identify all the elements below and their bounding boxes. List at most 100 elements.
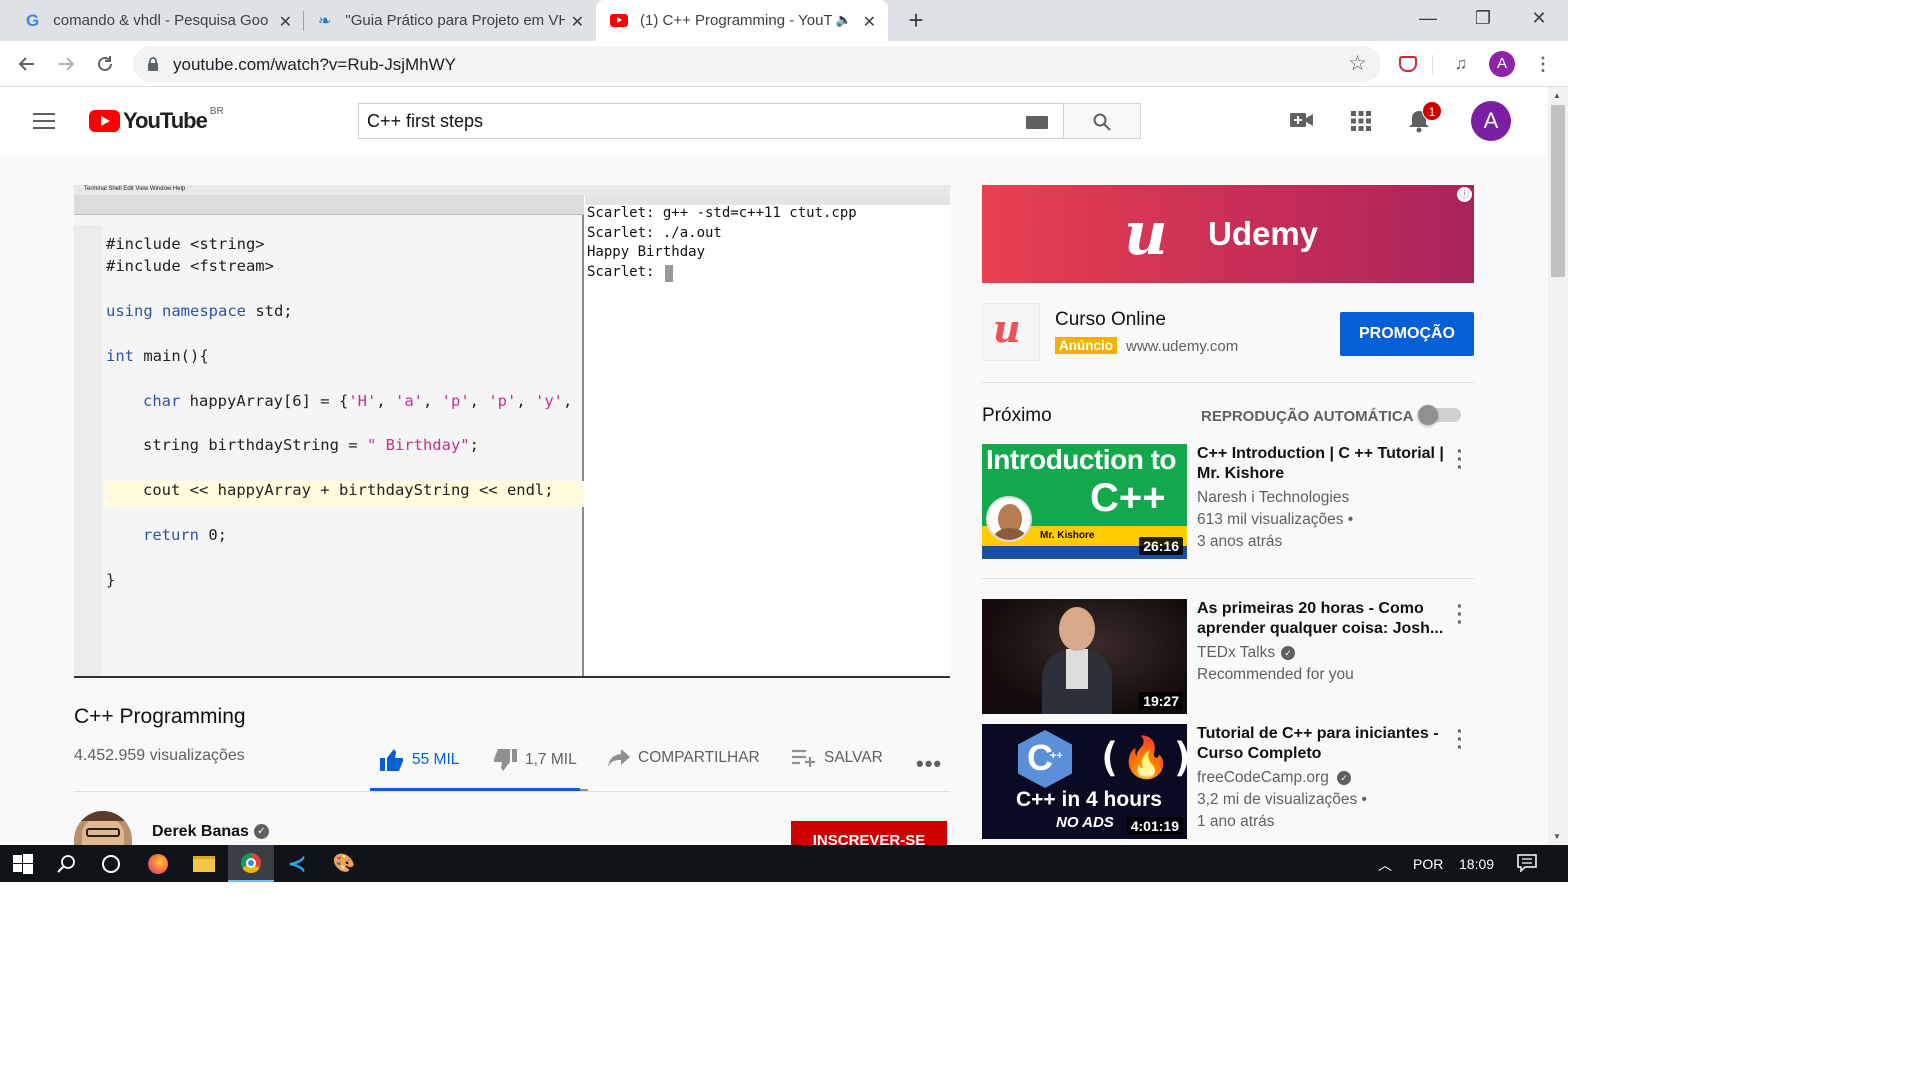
list-item[interactable]: Introduction to C++ Mr. Kishore 26:16 C+… [982,442,1474,559]
video-progress-track[interactable] [74,676,950,678]
address-bar[interactable]: youtube.com/watch?v=Rub-JsjMhWY ☆ [133,46,1381,82]
close-icon[interactable]: ✕ [279,12,292,32]
verified-icon: ✓ [1337,771,1351,785]
reload-button[interactable] [90,49,120,79]
close-window-button[interactable]: ✕ [1514,0,1564,36]
windows-logo-icon [13,853,33,874]
video-duration: 4:01:19 [1126,817,1183,835]
page-scrollbar[interactable]: ▲ ▼ [1548,87,1568,845]
browser-toolbar: youtube.com/watch?v=Rub-JsjMhWY ☆ ♫ A ⋮ [0,41,1568,87]
terminal-line: Scarlet: ./a.out [587,225,722,241]
tab-google-search[interactable]: G comando & vhdl - Pesquisa Goo ✕ [14,0,304,41]
divider [982,382,1474,383]
task-view-button[interactable] [88,845,134,882]
kebab-menu-icon[interactable]: · · · [1452,722,1468,758]
video-frame-code-editor: #include <string> #include <fstream> usi… [74,195,584,677]
youtube-header: YouTube BR C++ first steps 1 A [0,87,1548,155]
clock[interactable]: 18:09 [1459,856,1494,872]
channel-name[interactable]: TEDx Talks [1197,644,1275,662]
video-title[interactable]: As primeiras 20 horas - Como aprender qu… [1197,599,1452,639]
video-player[interactable]: Terminal Shell Edit View Window Help #in… [74,185,950,677]
minimize-button[interactable]: — [1403,0,1453,36]
channel-name[interactable]: freeCodeCamp.org [1197,769,1329,787]
ad-card[interactable]: u Curso Online Anúncio www.udemy.com PRO… [982,303,1474,365]
close-icon[interactable]: ✕ [571,12,584,32]
taskbar-search-button[interactable] [44,845,90,882]
new-tab-button[interactable]: + [900,4,932,36]
video-frame-menubar: Terminal Shell Edit View Window Help [74,185,950,195]
media-control-button[interactable]: ♫ [1446,49,1476,79]
taskbar-vscode[interactable]: ≺ [274,845,320,882]
tab-title: (1) C++ Programming - YouT [640,12,833,29]
video-title[interactable]: C++ Introduction | C ++ Tutorial | Mr. K… [1197,444,1452,484]
share-button[interactable]: COMPARTILHAR [608,749,760,767]
taskbar-chrome[interactable] [228,845,274,882]
tab-youtube[interactable]: (1) C++ Programming - YouT 🔈 ✕ [596,0,888,41]
profile-button[interactable]: A [1487,49,1517,79]
taskbar-firefox[interactable] [135,845,181,882]
language-indicator[interactable]: POR [1413,856,1443,872]
ad-banner[interactable]: u Udemy ⓘ [982,185,1474,283]
autoplay-toggle[interactable] [1418,405,1461,425]
show-hidden-icons-button[interactable]: ︿ [1378,855,1392,875]
action-center-button[interactable] [1517,854,1537,873]
divider [74,791,950,792]
channel-name[interactable]: Naresh i Technologies [1197,489,1349,507]
terminal-line: Scarlet: [587,264,663,280]
maximize-button[interactable]: ❐ [1458,0,1508,36]
taskbar-paint[interactable]: 🎨 [321,845,367,882]
recommendation-reason: Recommended for you [1197,666,1354,683]
ad-cta-button[interactable]: PROMOÇÃO [1340,312,1474,356]
video-thumbnail[interactable]: 19:27 [982,599,1187,714]
like-button[interactable]: 55 MIL [380,749,459,771]
notification-center-icon [1517,854,1537,873]
ad-badge: Anúncio [1055,337,1117,354]
video-thumbnail[interactable]: Introduction to C++ Mr. Kishore 26:16 [982,444,1187,559]
list-item[interactable]: 19:27 As primeiras 20 horas - Como apren… [982,597,1474,714]
youtube-logo[interactable]: YouTube BR [89,106,224,133]
hamburger-menu-button[interactable] [33,113,55,129]
apps-button[interactable] [1351,111,1371,131]
save-button[interactable]: SALVAR [792,749,883,767]
taskbar-file-explorer[interactable] [181,845,227,882]
windows-taskbar: ≺ 🎨 ︿ POR 18:09 [0,845,1568,882]
scroll-up-icon[interactable]: ▲ [1553,91,1561,100]
view-count: 3,2 mi de visualizações • [1197,791,1367,808]
thumbnail-text: C++ [1090,476,1166,520]
video-thumbnail[interactable]: C ++ (🔥) C++ in 4 hours NO ADS 4:01:19 [982,724,1187,839]
back-button[interactable] [12,49,42,79]
thumbnail-text: NO ADS [1056,814,1114,831]
extension-pocket-button[interactable] [1393,49,1423,79]
account-avatar[interactable]: A [1471,101,1511,141]
video-title[interactable]: Tutorial de C++ para iniciantes - Curso … [1197,724,1452,764]
list-item[interactable]: C ++ (🔥) C++ in 4 hours NO ADS 4:01:19 T… [982,722,1474,839]
scroll-down-icon[interactable]: ▼ [1553,832,1561,841]
search-input[interactable]: C++ first steps [358,103,1064,139]
cortana-icon [102,854,120,873]
keyboard-icon[interactable] [1026,116,1048,129]
pocket-icon [1399,56,1417,72]
verified-icon: ✓ [254,824,269,839]
dislike-button[interactable]: 1,7 MIL [493,749,577,771]
speaker-icon[interactable]: 🔈 [836,12,852,28]
scrollbar-thumb[interactable] [1551,105,1565,277]
start-button[interactable] [0,845,46,882]
notification-badge: 1 [1422,101,1442,121]
close-icon[interactable]: ✕ [863,12,876,32]
save-label: SALVAR [824,749,883,766]
ad-info-icon[interactable]: ⓘ [1457,187,1472,202]
tab-guia-pratico[interactable]: ❧ "Guia Prático para Projeto em VH ✕ [304,0,596,41]
more-actions-button[interactable]: ••• [916,751,942,777]
kebab-menu-icon[interactable]: · · · [1452,597,1468,633]
star-icon[interactable]: ☆ [1348,51,1367,76]
vscode-icon: ≺ [287,850,307,876]
apps-grid-icon [1351,111,1371,131]
kebab-menu-icon[interactable]: · · · [1452,442,1468,478]
channel-name[interactable]: Derek Banas [152,823,249,841]
forward-button[interactable] [51,49,81,79]
create-video-button[interactable] [1290,111,1314,129]
video-camera-icon [1290,113,1313,127]
search-button[interactable] [1063,103,1141,139]
chrome-menu-button[interactable]: ⋮ [1528,49,1558,79]
notifications-button[interactable]: 1 [1408,101,1442,133]
